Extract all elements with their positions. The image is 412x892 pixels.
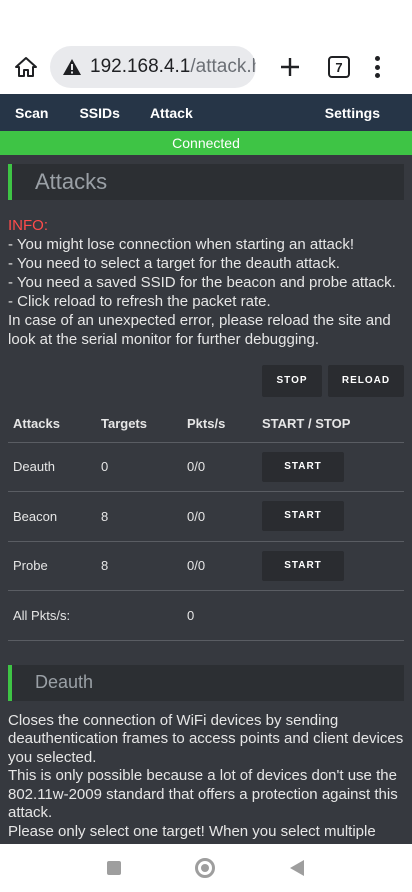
nav-item-ssids[interactable]: SSIDs: [79, 105, 119, 121]
attack-name: Deauth: [8, 442, 96, 492]
deauth-heading: Deauth: [8, 664, 404, 701]
attack-targets: 0: [96, 442, 182, 492]
table-row: Probe 8 0/0 START: [8, 541, 404, 591]
deauth-text: This is only possible because a lot of d…: [8, 767, 398, 821]
attack-controls: STOP RELOAD: [8, 365, 404, 397]
column-header: Pkts/s: [182, 405, 257, 443]
action-cell: START: [257, 541, 404, 591]
start-deauth-button[interactable]: START: [262, 451, 344, 482]
deauth-text: Please only select one target! When you …: [8, 822, 376, 840]
attack-pkts: 0/0: [182, 491, 257, 542]
info-line: In case of an unexpected error, please r…: [8, 312, 391, 348]
column-header: Targets: [96, 405, 182, 443]
address-bar[interactable]: 192.168.4.1/attack.ht: [50, 46, 256, 88]
info-label: INFO:: [8, 217, 48, 234]
attack-pkts: 0/0: [182, 541, 257, 591]
home-button-icon[interactable]: [195, 858, 215, 878]
attack-pkts: 0/0: [182, 442, 257, 492]
start-probe-button[interactable]: START: [262, 550, 344, 581]
system-nav-bar: [0, 844, 412, 892]
info-line: - Click reload to refresh the packet rat…: [8, 293, 271, 310]
new-tab-icon[interactable]: [278, 55, 302, 79]
start-beacon-button[interactable]: START: [262, 501, 344, 532]
total-value: 0: [182, 590, 257, 641]
browser-toolbar: 192.168.4.1/attack.ht 7: [0, 40, 412, 94]
action-cell: START: [257, 491, 404, 542]
attack-targets: 8: [96, 491, 182, 542]
info-line: - You might lose connection when startin…: [8, 236, 355, 253]
url-path: /attack.ht: [190, 56, 256, 77]
stop-button[interactable]: STOP: [262, 365, 322, 397]
info-line: - You need a saved SSID for the beacon a…: [8, 274, 396, 291]
nav-item-settings[interactable]: Settings: [325, 105, 380, 121]
top-nav: Scan SSIDs Attack Settings: [0, 94, 412, 131]
deauth-description: Closes the connection of WiFi devices by…: [8, 712, 404, 842]
system-status-bar: [0, 0, 412, 40]
attack-name: Beacon: [8, 491, 96, 542]
empty-cell: [257, 590, 404, 641]
home-icon[interactable]: [12, 53, 40, 81]
deauth-text: Closes the connection of WiFi devices by…: [8, 711, 404, 766]
main-content: Attacks INFO: - You might lose connectio…: [0, 164, 412, 841]
recents-icon[interactable]: [107, 861, 121, 875]
attack-name: Probe: [8, 541, 96, 591]
total-label: All Pkts/s:: [8, 590, 182, 641]
action-cell: START: [257, 442, 404, 492]
table-row: Deauth 0 0/0 START: [8, 442, 404, 492]
more-menu-icon[interactable]: [374, 56, 380, 78]
info-block: INFO: - You might lose connection when s…: [8, 216, 404, 349]
column-header: Attacks: [8, 405, 96, 443]
tab-switcher-button[interactable]: 7: [328, 56, 350, 78]
back-icon[interactable]: [290, 860, 304, 876]
column-header: START / STOP: [257, 405, 404, 443]
connection-status-banner: Connected: [0, 131, 412, 155]
table-row-total: All Pkts/s: 0: [8, 590, 404, 641]
attack-targets: 8: [96, 541, 182, 591]
nav-item-scan[interactable]: Scan: [15, 105, 48, 121]
reload-button[interactable]: RELOAD: [328, 365, 404, 397]
table-row: Beacon 8 0/0 START: [8, 491, 404, 542]
nav-item-attack[interactable]: Attack: [150, 105, 193, 121]
attacks-table: Attacks Targets Pkts/s START / STOP Deau…: [8, 405, 404, 641]
warning-icon: [63, 59, 81, 75]
url-host: 192.168.4.1: [90, 56, 191, 77]
attacks-heading: Attacks: [8, 164, 404, 200]
table-header-row: Attacks Targets Pkts/s START / STOP: [8, 405, 404, 443]
info-line: - You need to select a target for the de…: [8, 255, 340, 272]
